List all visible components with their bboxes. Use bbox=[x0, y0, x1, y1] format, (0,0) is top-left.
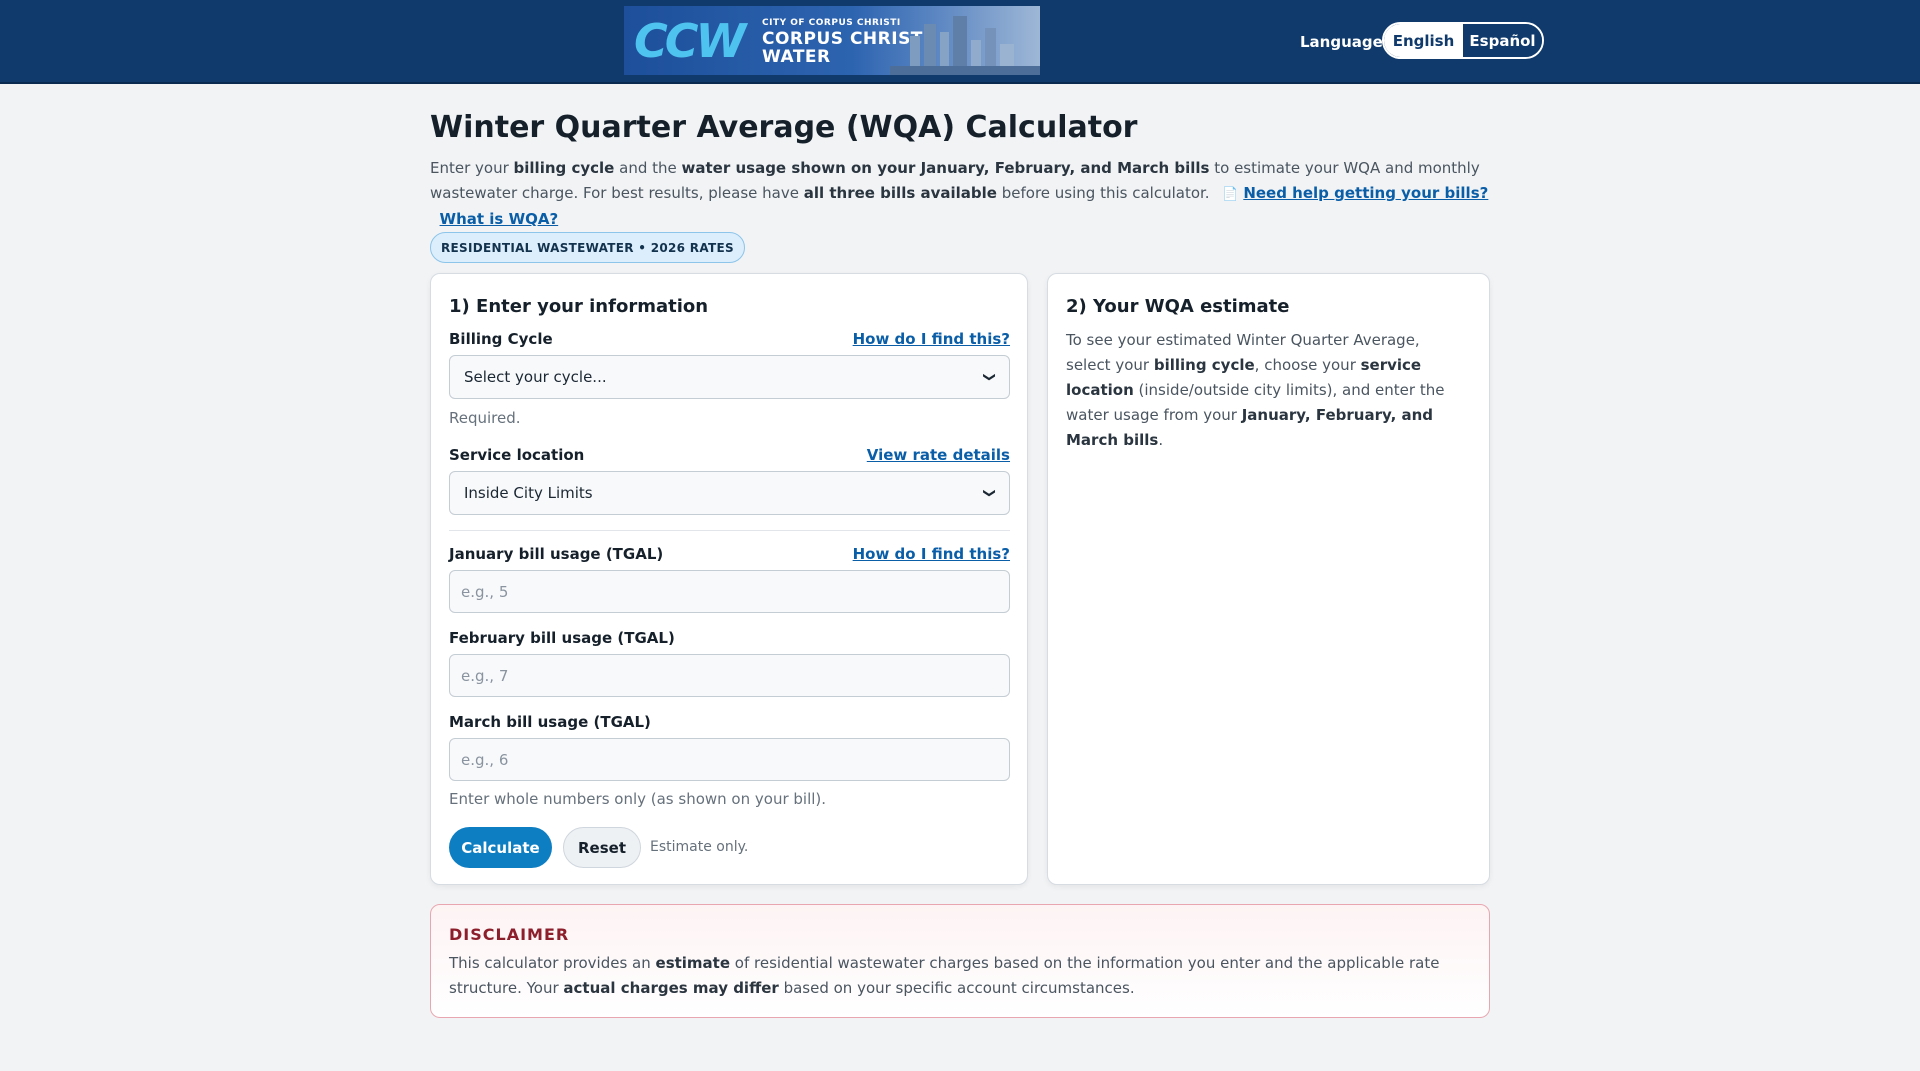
billing-cycle-label: Billing Cycle bbox=[449, 330, 553, 348]
estimate-instructions: To see your estimated Winter Quarter Ave… bbox=[1066, 328, 1466, 453]
service-location-value: Inside City Limits bbox=[464, 484, 593, 502]
intro-text-part: before using this calculator. bbox=[996, 184, 1210, 202]
intro-bold-water-usage: water usage shown on your January, Febru… bbox=[681, 159, 1210, 177]
ccw-banner-logo[interactable]: CCW CITY OF CORPUS CHRISTI CORPUS CHRIST… bbox=[624, 6, 1040, 75]
banner-small-text: CITY OF CORPUS CHRISTI bbox=[762, 18, 901, 28]
page-title: Winter Quarter Average (WQA) Calculator bbox=[430, 110, 1138, 145]
disclaimer-box: DISCLAIMER This calculator provides an e… bbox=[430, 904, 1490, 1018]
estimate-text-part: . bbox=[1158, 431, 1164, 449]
language-english-button[interactable]: English bbox=[1384, 24, 1463, 57]
wqa-estimate-card: 2) Your WQA estimate To see your estimat… bbox=[1047, 273, 1490, 885]
rates-badge: RESIDENTIAL WASTEWATER • 2026 RATES bbox=[430, 232, 745, 263]
disclaimer-bold-estimate: estimate bbox=[655, 954, 731, 972]
disclaimer-text-part: based on your specific account circumsta… bbox=[778, 979, 1135, 997]
reset-button[interactable]: Reset bbox=[563, 827, 641, 868]
january-usage-help-link[interactable]: How do I find this? bbox=[853, 545, 1010, 563]
intro-bold-billing-cycle: billing cycle bbox=[513, 159, 615, 177]
form-title: 1) Enter your information bbox=[449, 296, 709, 317]
site-header: CCW CITY OF CORPUS CHRISTI CORPUS CHRIST… bbox=[0, 0, 1920, 84]
language-spanish-button[interactable]: Español bbox=[1463, 24, 1542, 57]
calculate-button[interactable]: Calculate bbox=[449, 827, 552, 868]
january-usage-input[interactable]: e.g., 5 bbox=[449, 570, 1010, 613]
estimate-text-part: , choose your bbox=[1254, 356, 1361, 374]
chevron-down-icon: ❯ bbox=[982, 487, 997, 499]
estimate-title: 2) Your WQA estimate bbox=[1066, 296, 1290, 317]
ccw-logo-mark: CCW bbox=[634, 14, 746, 68]
intro-text: Enter your billing cycle and the water u… bbox=[430, 156, 1490, 232]
service-location-label: Service location bbox=[449, 446, 585, 464]
form-divider bbox=[449, 530, 1010, 531]
language-toggle: English Español bbox=[1382, 22, 1544, 59]
skyline-image bbox=[890, 16, 1040, 75]
billing-cycle-required-hint: Required. bbox=[449, 409, 521, 427]
need-help-link[interactable]: Need help getting your bills? bbox=[1243, 184, 1488, 202]
estimate-only-note: Estimate only. bbox=[650, 839, 749, 855]
service-location-select[interactable]: Inside City Limits ❯ bbox=[449, 471, 1010, 515]
february-usage-label: February bill usage (TGAL) bbox=[449, 629, 675, 647]
march-usage-input[interactable]: e.g., 6 bbox=[449, 738, 1010, 781]
march-usage-label: March bill usage (TGAL) bbox=[449, 713, 651, 731]
view-rate-details-link[interactable]: View rate details bbox=[867, 446, 1010, 464]
billing-cycle-value: Select your cycle... bbox=[464, 368, 607, 386]
disclaimer-title: DISCLAIMER bbox=[449, 925, 570, 944]
billing-cycle-help-link[interactable]: How do I find this? bbox=[853, 330, 1010, 348]
input-form-card: 1) Enter your information Billing Cycle … bbox=[430, 273, 1028, 885]
intro-text-part: Enter your bbox=[430, 159, 514, 177]
what-is-wqa-link[interactable]: What is WQA? bbox=[440, 210, 559, 228]
january-usage-label: January bill usage (TGAL) bbox=[449, 545, 664, 563]
intro-bold-three-bills: all three bills available bbox=[803, 184, 997, 202]
language-label: Language bbox=[1300, 33, 1383, 51]
february-usage-input[interactable]: e.g., 7 bbox=[449, 654, 1010, 697]
chevron-down-icon: ❯ bbox=[982, 371, 997, 383]
disclaimer-text: This calculator provides an estimate of … bbox=[449, 951, 1479, 1001]
disclaimer-bold-actual-charges: actual charges may differ bbox=[563, 979, 779, 997]
intro-text-part: and the bbox=[614, 159, 682, 177]
estimate-bold-billing-cycle: billing cycle bbox=[1153, 356, 1255, 374]
document-icon: 📄 bbox=[1222, 187, 1239, 202]
whole-numbers-hint: Enter whole numbers only (as shown on yo… bbox=[449, 790, 827, 808]
disclaimer-text-part: This calculator provides an bbox=[449, 954, 656, 972]
billing-cycle-select[interactable]: Select your cycle... ❯ bbox=[449, 355, 1010, 399]
